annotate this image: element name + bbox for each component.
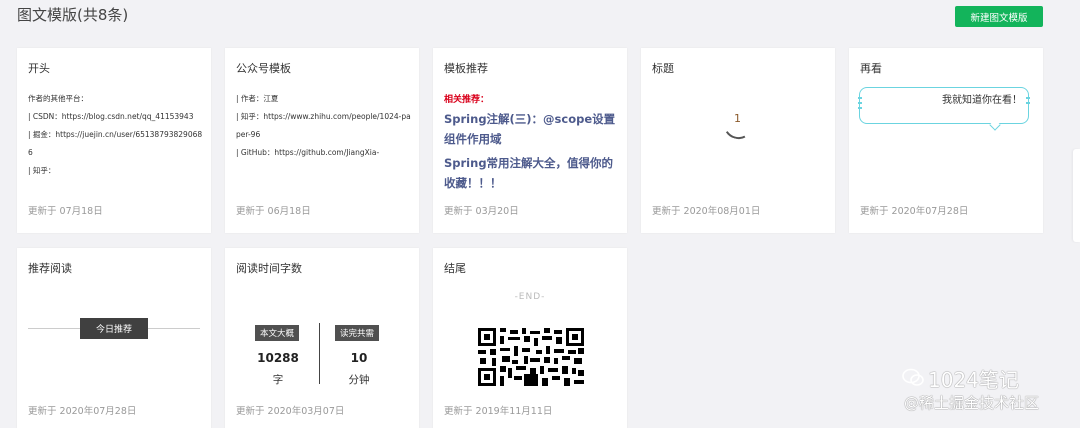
side-drawer-handle[interactable] <box>1073 149 1080 242</box>
card-title: 标题 <box>652 62 674 75</box>
template-card-reading-time[interactable]: 阅读时间字数 本文大概 10288 字 读完共需 10 分钟 更新于 2020年… <box>225 248 419 428</box>
read-time-unit: 分钟 <box>348 374 370 386</box>
card-updated-date: 更新于 2019年11月11日 <box>444 406 553 417</box>
card-title: 推荐阅读 <box>28 262 72 275</box>
stat-divider <box>319 323 320 384</box>
card-title: 结尾 <box>444 262 466 275</box>
bubble-mark-icon <box>1026 102 1030 104</box>
template-card-recommend[interactable]: 模板推荐 相关推荐： Spring注解(三)：@scope设置组件作用域 Spr… <box>433 48 627 233</box>
speech-bubble: 我就知道你在看！ <box>858 87 1030 131</box>
preview-line: | GitHub：https://github.com/JiangXia- <box>236 148 380 157</box>
card-title: 公众号模板 <box>236 62 291 75</box>
preview-line: | 作者：江夏 <box>236 94 279 103</box>
template-card-heading[interactable]: 标题 1 更新于 2020年08月01日 <box>641 48 835 233</box>
bubble-mark-icon <box>858 102 862 104</box>
word-count-number: 10288 <box>257 351 299 365</box>
end-mark: -END- <box>514 292 546 302</box>
template-card-opening[interactable]: 开头 作者的其他平台： | CSDN：https://blog.csdn.net… <box>17 48 211 233</box>
related-link: Spring常用注解大全，值得你的收藏！！！ <box>444 156 614 189</box>
card-title: 再看 <box>860 62 882 75</box>
read-time-number: 10 <box>350 351 368 365</box>
bubble-mark-icon <box>1026 97 1030 99</box>
template-card-ending[interactable]: 结尾 -END- 更新于 2019年11月11日 <box>433 248 627 428</box>
word-count-unit: 字 <box>272 374 284 386</box>
template-card-watch-again[interactable]: 再看 我就知道你在看！ 更新于 2020年07月28日 <box>849 48 1043 233</box>
read-time-tag: 读完共需 <box>335 325 380 341</box>
card-updated-date: 更新于 2020年07月28日 <box>860 206 969 217</box>
card-preview: 作者的其他平台： | CSDN：https://blog.csdn.net/qq… <box>28 90 205 189</box>
heading-number: 1 <box>734 112 741 125</box>
related-label: 相关推荐： <box>444 95 490 105</box>
bubble-tail-icon <box>989 119 1001 131</box>
today-recommend-tag: 今日推荐 <box>80 318 148 339</box>
card-updated-date: 更新于 2020年08月01日 <box>652 206 761 217</box>
card-updated-date: 更新于 2020年03月07日 <box>236 406 345 417</box>
preview-line: | 知乎：https://www.zhihu.com/people/1024-p… <box>236 112 411 139</box>
preview-line: 作者的其他平台： <box>28 94 88 103</box>
new-template-button[interactable]: 新建图文模版 <box>955 6 1043 27</box>
preview-line: | 掘金：https://juejin.cn/user/651387938290… <box>28 130 203 157</box>
card-updated-date: 更新于 03月20日 <box>444 206 519 217</box>
card-preview: | 作者：江夏 | 知乎：https://www.zhihu.com/peopl… <box>236 90 413 189</box>
card-title: 模板推荐 <box>444 62 488 75</box>
card-updated-date: 更新于 06月18日 <box>236 206 311 217</box>
card-updated-date: 更新于 2020年07月28日 <box>28 406 137 417</box>
preview-line: | 知乎： <box>28 166 56 175</box>
card-preview: 相关推荐： Spring注解(三)：@scope设置组件作用域 Spring常用… <box>444 90 621 189</box>
preview-line: | CSDN：https://blog.csdn.net/qq_41153943 <box>28 112 194 121</box>
card-title: 开头 <box>28 62 50 75</box>
wechat-icon <box>902 368 924 386</box>
bubble-text: 我就知道你在看！ <box>942 95 1022 106</box>
bubble-mark-icon <box>858 107 862 109</box>
qr-code-icon <box>478 328 584 386</box>
page-title: 图文模版(共8条) <box>17 6 129 24</box>
watermark-source: @稀土掘金技术社区 <box>904 394 1040 412</box>
related-link: Spring注解(三)：@scope设置组件作用域 <box>444 112 616 146</box>
bubble-mark-icon <box>858 97 862 99</box>
word-count-tag: 本文大概 <box>255 325 300 341</box>
card-updated-date: 更新于 07月18日 <box>28 206 103 217</box>
template-card-official-account[interactable]: 公众号模板 | 作者：江夏 | 知乎：https://www.zhihu.com… <box>225 48 419 233</box>
watermark-brand: 1024笔记 <box>928 368 1019 392</box>
card-title: 阅读时间字数 <box>236 262 302 275</box>
template-card-recommended-reading[interactable]: 推荐阅读 今日推荐 更新于 2020年07月28日 <box>17 248 211 428</box>
